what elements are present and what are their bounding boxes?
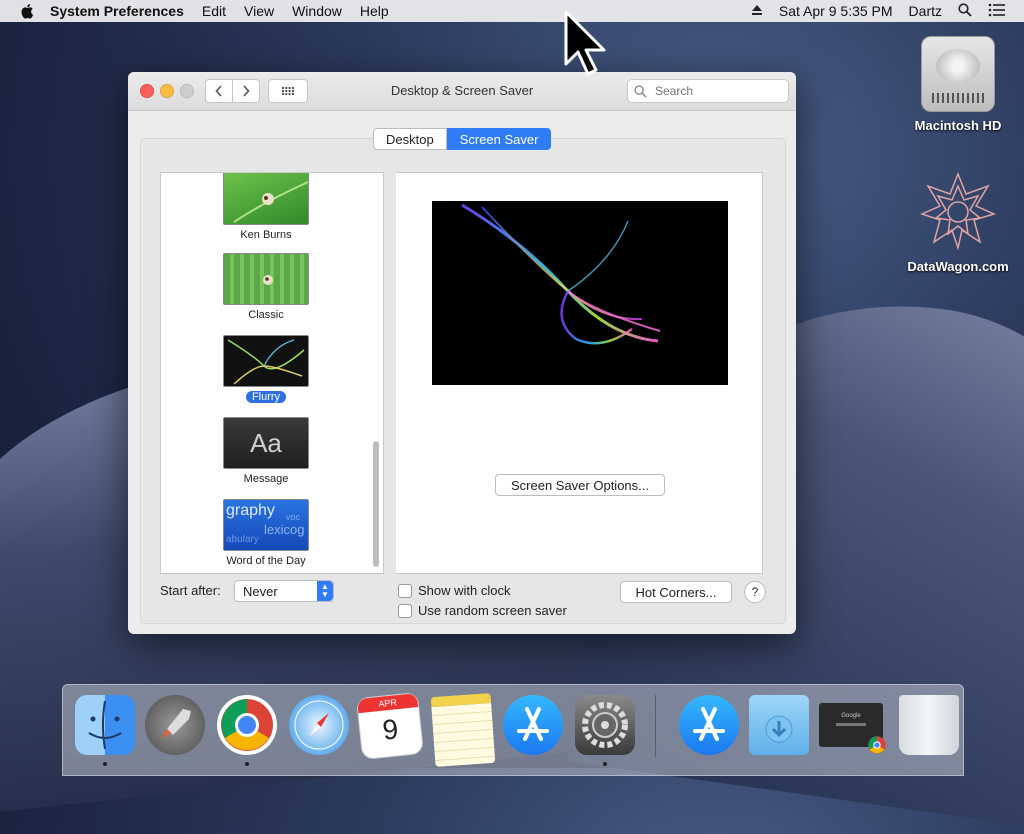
desktop-icon-label: DataWagon.com — [907, 259, 1009, 274]
word-thumb-text: lexicog — [264, 522, 305, 537]
message-thumb-text: Aa — [250, 427, 282, 458]
dock-calendar-icon[interactable]: APR 9 — [355, 691, 425, 761]
app-menu[interactable]: System Preferences — [50, 3, 184, 19]
dock-system-preferences-icon[interactable] — [575, 695, 635, 755]
checkbox-label: Use random screen saver — [418, 603, 567, 618]
eject-icon[interactable] — [751, 3, 763, 19]
search-icon — [634, 84, 647, 98]
title-bar[interactable]: Desktop & Screen Saver — [128, 72, 796, 111]
dock-downloads-icon[interactable] — [749, 695, 809, 755]
chrome-badge-icon — [868, 736, 886, 754]
dock-chrome-window-icon[interactable]: Google — [819, 703, 886, 754]
dock-notes-icon[interactable] — [430, 692, 496, 768]
preview-panel: Screen Saver Options... — [396, 172, 763, 574]
saver-item-classic[interactable]: Classic — [161, 253, 371, 321]
dock-safari-icon[interactable] — [289, 695, 349, 755]
window-thumb-text: Google — [841, 713, 861, 719]
checkbox-label: Show with clock — [418, 583, 511, 598]
preferences-window: Desktop & Screen Saver Desktop Screen Sa… — [128, 72, 796, 634]
running-indicator — [245, 762, 249, 766]
clock-datetime[interactable]: Sat Apr 9 5:35 PM — [779, 3, 893, 19]
classic-thumbnail — [223, 253, 309, 305]
saver-label: Classic — [248, 309, 284, 321]
screen-saver-list[interactable]: Ken Burns Classic Flurry Aa Message grap… — [160, 172, 384, 574]
ken-burns-thumbnail — [223, 173, 309, 225]
dock-chrome-icon[interactable] — [217, 695, 277, 755]
select-arrows-icon: ▲ ▼ — [317, 581, 333, 601]
checkbox-box[interactable] — [398, 583, 412, 598]
notification-center-icon[interactable] — [988, 3, 1006, 20]
menu-window[interactable]: Window — [292, 3, 342, 19]
saver-label: Word of the Day — [226, 555, 306, 567]
hot-corners-button[interactable]: Hot Corners... — [620, 581, 732, 603]
flurry-thumbnail — [223, 335, 309, 387]
calendar-day: 9 — [380, 713, 400, 746]
tab-bar: Desktop Screen Saver — [373, 128, 552, 150]
menu-help[interactable]: Help — [360, 3, 389, 19]
word-thumb-text: graphy — [226, 502, 275, 519]
dock-app-store-icon[interactable] — [503, 695, 563, 755]
saver-item-word-of-the-day[interactable]: graphy voc lexicog abulary Word of the D… — [161, 499, 371, 567]
spotlight-search-icon[interactable] — [958, 2, 972, 20]
start-after-select[interactable]: Never ▲ ▼ — [234, 580, 334, 602]
word-of-the-day-thumbnail: graphy voc lexicog abulary — [223, 499, 309, 551]
datawagon-icon — [919, 171, 997, 251]
dock-launchpad-icon[interactable] — [145, 695, 205, 755]
running-indicator — [103, 762, 107, 766]
list-scrollbar[interactable] — [373, 441, 379, 567]
help-button[interactable]: ? — [744, 581, 766, 603]
message-thumbnail: Aa — [223, 417, 309, 469]
saver-item-flurry[interactable]: Flurry — [161, 335, 371, 403]
search-field[interactable] — [627, 79, 789, 103]
menu-bar: System Preferences Edit View Window Help… — [0, 0, 1024, 22]
checkbox-box[interactable] — [398, 603, 412, 618]
saver-label: Message — [243, 473, 289, 485]
running-indicator — [603, 762, 607, 766]
user-menu[interactable]: Dartz — [909, 3, 942, 19]
saver-label: Ken Burns — [240, 229, 292, 241]
desktop-icon-label: Macintosh HD — [914, 118, 1002, 133]
saver-label: Flurry — [245, 391, 287, 403]
dock-separator — [655, 695, 656, 757]
search-input[interactable] — [653, 83, 777, 99]
apple-menu-icon[interactable] — [20, 3, 36, 19]
random-saver-checkbox[interactable]: Use random screen saver — [398, 603, 567, 618]
dock-trash-icon[interactable] — [899, 695, 959, 755]
tab-screen-saver[interactable]: Screen Saver — [446, 128, 552, 150]
start-after-label: Start after: — [160, 583, 221, 598]
dock-app-store-installer-icon[interactable] — [679, 695, 739, 755]
dock: APR 9 Google — [62, 684, 964, 776]
menu-view[interactable]: View — [244, 3, 274, 19]
start-after-value: Never — [243, 583, 278, 599]
desktop-icon-datawagon[interactable]: DataWagon.com — [903, 170, 1013, 274]
saver-item-ken-burns[interactable]: Ken Burns — [161, 173, 371, 241]
desktop-icon-macintosh-hd[interactable]: Macintosh HD — [903, 36, 1013, 133]
word-thumb-text: voc — [286, 512, 301, 522]
saver-item-message[interactable]: Aa Message — [161, 417, 371, 485]
menu-edit[interactable]: Edit — [202, 3, 226, 19]
dock-finder-icon[interactable] — [75, 695, 135, 755]
screen-saver-options-button[interactable]: Screen Saver Options... — [495, 474, 665, 496]
show-with-clock-checkbox[interactable]: Show with clock — [398, 583, 510, 598]
mouse-cursor-icon — [564, 10, 606, 76]
word-thumb-text: abulary — [226, 534, 259, 545]
screen-saver-preview — [432, 201, 728, 385]
tab-desktop[interactable]: Desktop — [373, 128, 447, 150]
hard-drive-icon — [921, 36, 995, 112]
